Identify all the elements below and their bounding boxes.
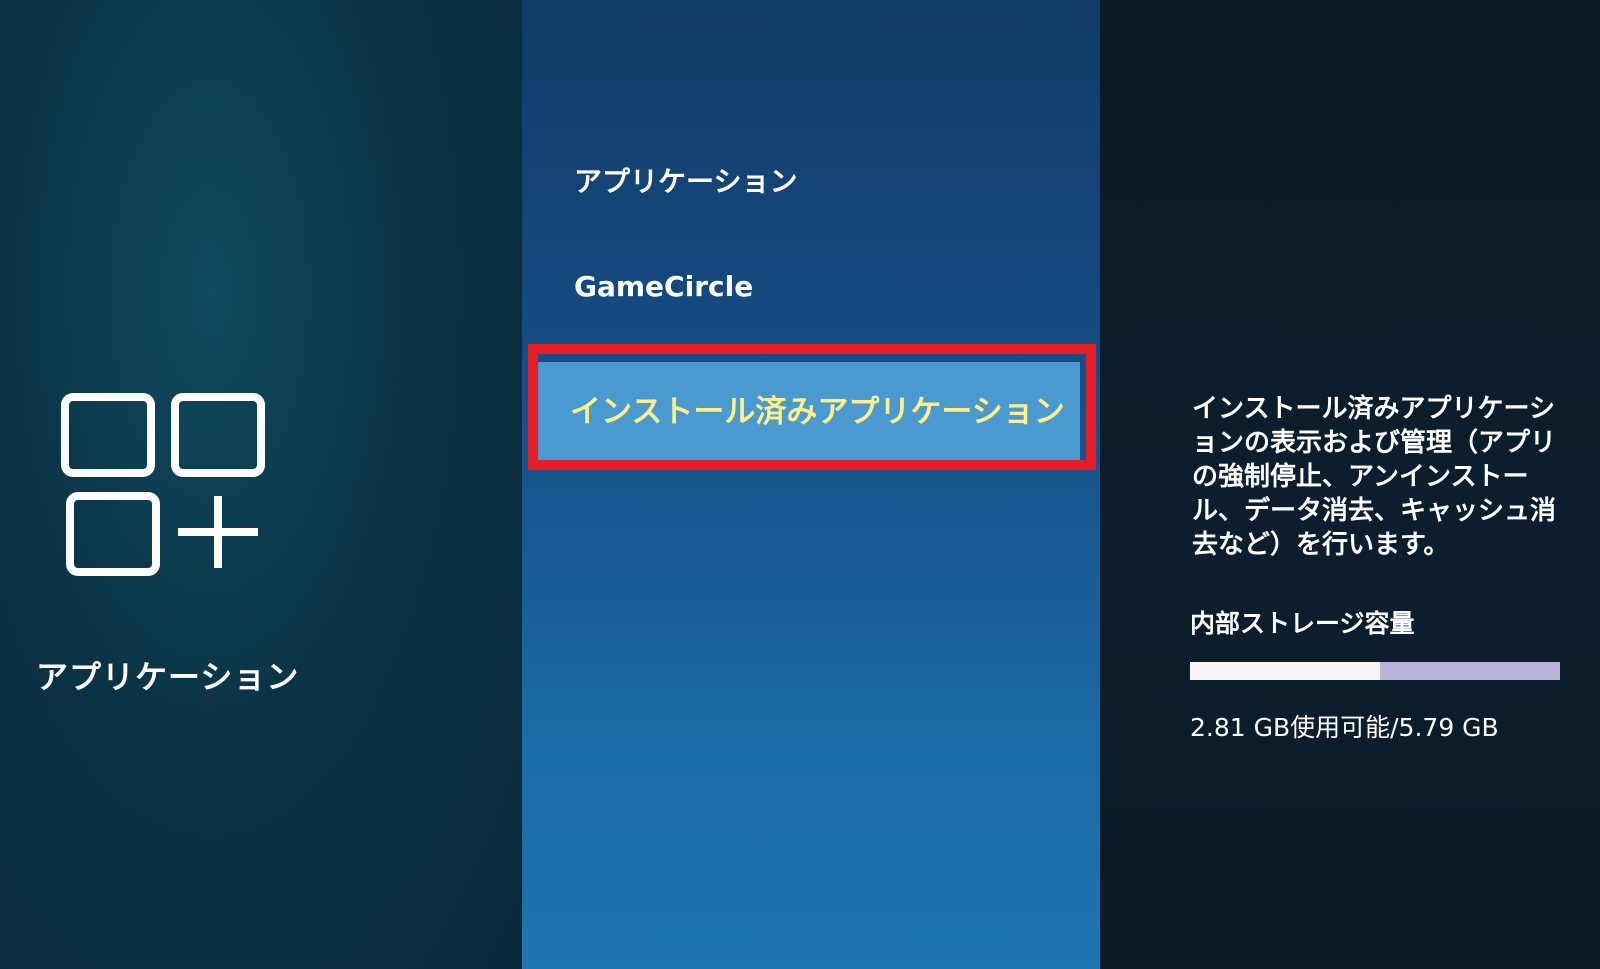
menu-item-installed-applications[interactable]: インストール済みアプリケーション [534, 362, 1080, 462]
storage-heading: 内部ストレージ容量 [1190, 609, 1415, 638]
item-description: インストール済みアプリケーションの表示および管理（アプリの強制停止、アンインスト… [1192, 394, 1557, 560]
apps-grid-plus-icon [61, 393, 265, 576]
storage-usage-text: 2.81 GB使用可能/5.79 GB [1190, 713, 1499, 742]
menu-item-applications[interactable]: アプリケーション [574, 160, 797, 200]
info-panel: インストール済みアプリケーションの表示および管理（アプリの強制停止、アンインスト… [1100, 0, 1600, 969]
category-panel: アプリケーション [0, 0, 524, 969]
settings-screen: アプリケーション アプリケーション GameCircle インストール済みアプリ… [0, 0, 1600, 969]
settings-menu: アプリケーション GameCircle インストール済みアプリケーション [522, 0, 1110, 969]
menu-item-gamecircle[interactable]: GameCircle [574, 270, 753, 303]
storage-usage-fill [1190, 662, 1381, 680]
storage-usage-bar [1190, 662, 1560, 680]
category-title: アプリケーション [36, 658, 300, 696]
